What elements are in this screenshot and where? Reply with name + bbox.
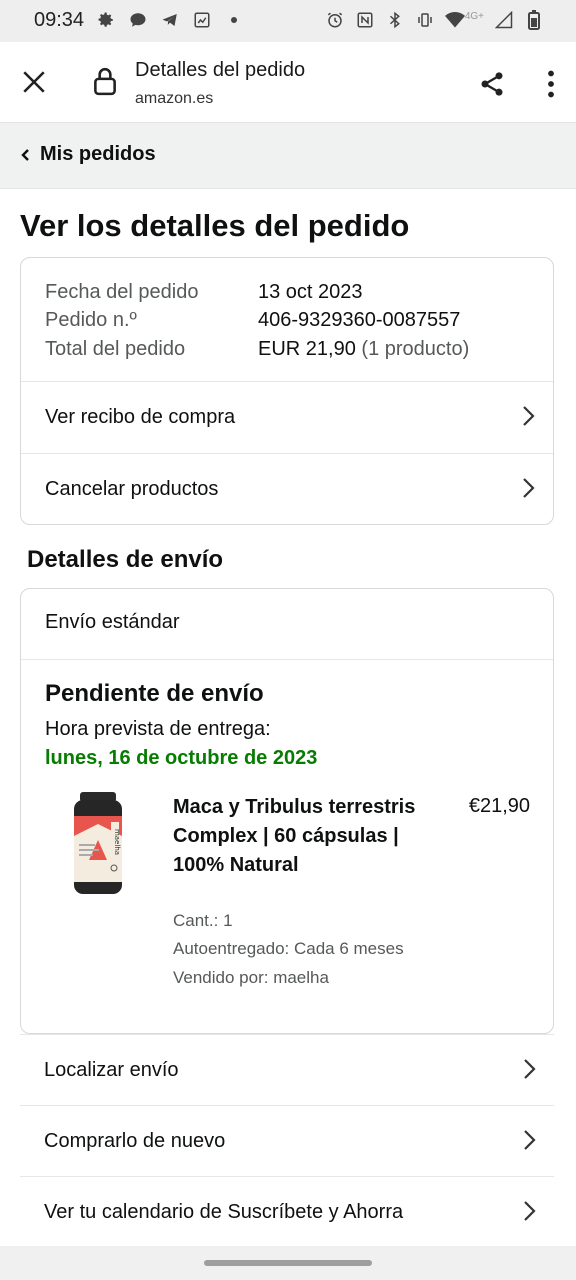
- bluetooth-icon: [385, 10, 405, 30]
- product-title-link[interactable]: Maca y Tribulus terrestris Complex | 60 …: [173, 793, 423, 880]
- chat-icon: [128, 10, 148, 30]
- home-gesture-handle[interactable]: [204, 1260, 372, 1266]
- breadcrumb-label: Mis pedidos: [40, 143, 156, 165]
- eta-label: Hora prevista de entrega:: [45, 718, 271, 740]
- view-receipt-label: Ver recibo de compra: [45, 405, 236, 428]
- order-summary-card: Fecha del pedido 13 oct 2023 Pedido n.º …: [20, 257, 554, 525]
- nfc-icon: [355, 10, 375, 30]
- chevron-right-icon: [524, 1201, 536, 1221]
- order-date-value: 13 oct 2023: [258, 281, 363, 303]
- shipment-card: Envío estándar Pendiente de envío Hora p…: [20, 588, 554, 1034]
- page-title-toolbar: Detalles del pedido: [135, 59, 306, 81]
- more-menu-button[interactable]: [536, 64, 566, 104]
- shipment-status: Pendiente de envío: [45, 680, 264, 707]
- shipping-method: Envío estándar: [45, 611, 180, 633]
- more-vert-icon: [548, 70, 554, 98]
- status-bar: 09:34 4G+: [0, 0, 576, 42]
- divider: [21, 659, 553, 660]
- navigation-bar: [0, 1246, 576, 1280]
- subscribe-save-calendar-link[interactable]: Ver tu calendario de Suscríbete y Ahorra: [20, 1176, 554, 1247]
- track-package-label: Localizar envío: [44, 1058, 179, 1081]
- chevron-right-icon: [523, 406, 535, 426]
- network-type: 4G+: [464, 10, 484, 22]
- cancel-items-link[interactable]: Cancelar productos: [21, 453, 553, 524]
- eta-date: lunes, 16 de octubre de 2023: [45, 747, 318, 769]
- share-icon: [481, 72, 503, 96]
- order-total-value-wrap: EUR 21,90 (1 producto): [258, 338, 469, 361]
- close-button[interactable]: [14, 62, 54, 102]
- order-total-label: Total del pedido: [45, 338, 186, 360]
- signal-icon: [494, 10, 514, 30]
- wifi-icon: [444, 10, 465, 30]
- battery-icon: [524, 10, 544, 30]
- settings-icon: [96, 10, 116, 30]
- order-date-label: Fecha del pedido: [45, 281, 199, 303]
- chevron-left-icon: [21, 148, 29, 161]
- breadcrumb-back-link[interactable]: Mis pedidos: [20, 143, 156, 166]
- vibrate-icon: [415, 10, 435, 30]
- subscribe-save-calendar-label: Ver tu calendario de Suscríbete y Ahorra: [44, 1200, 404, 1223]
- app-icon: [192, 10, 212, 30]
- order-number-label: Pedido n.º: [45, 309, 137, 331]
- view-receipt-link[interactable]: Ver recibo de compra: [21, 381, 553, 452]
- close-icon: [23, 71, 45, 93]
- share-button[interactable]: [472, 64, 512, 104]
- url-text[interactable]: amazon.es: [135, 90, 213, 108]
- alarm-icon: [325, 10, 345, 30]
- seller-info: Vendido por: maelha: [173, 968, 329, 987]
- chevron-right-icon: [523, 478, 535, 498]
- track-package-link[interactable]: Localizar envío: [20, 1034, 554, 1105]
- shipping-section-title: Detalles de envío: [27, 546, 224, 573]
- cancel-items-label: Cancelar productos: [45, 477, 219, 500]
- product-price: €21,90: [468, 795, 530, 817]
- order-item-count: (1 producto): [361, 338, 470, 360]
- clock: 09:34: [34, 9, 85, 31]
- telegram-icon: [160, 10, 180, 30]
- product-quantity: Cant.: 1: [173, 911, 233, 930]
- lock-icon: [92, 66, 118, 101]
- buy-again-link[interactable]: Comprarlo de nuevo: [20, 1105, 554, 1176]
- bottle-brand-text: maelha: [113, 829, 121, 855]
- page-heading: Ver los detalles del pedido: [20, 208, 410, 243]
- dot-icon: [224, 10, 244, 30]
- subscription-frequency: Autoentregado: Cada 6 meses: [173, 939, 404, 958]
- order-total-value: EUR 21,90: [258, 338, 356, 360]
- order-number-value: 406-9329360-0087557: [258, 309, 461, 331]
- breadcrumb-bar: Mis pedidos: [0, 123, 576, 189]
- browser-toolbar: Detalles del pedido amazon.es: [0, 42, 576, 123]
- chevron-right-icon: [524, 1130, 536, 1150]
- buy-again-label: Comprarlo de nuevo: [44, 1129, 226, 1152]
- chevron-right-icon: [524, 1059, 536, 1079]
- product-image[interactable]: maelha: [71, 792, 125, 896]
